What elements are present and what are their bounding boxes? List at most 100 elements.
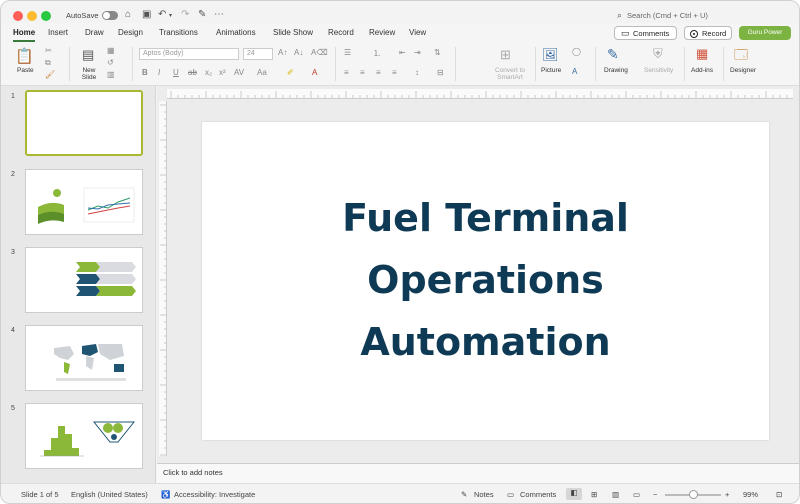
zoom-slider-handle[interactable] [689,490,698,499]
guru-power-button[interactable]: Guru Power [739,26,791,40]
record-button[interactable]: Record [684,26,732,40]
tab-animations[interactable]: Animations [216,28,256,37]
cut-icon[interactable]: ✂ [45,46,52,55]
designer-icon[interactable]: 🗔 [734,46,748,68]
zoom-level[interactable]: 99% [743,490,758,499]
comments-status-button[interactable]: Comments [520,490,556,499]
text-direction-icon[interactable]: ⇅ [434,48,441,57]
picture-label[interactable]: Picture [541,67,561,74]
accessibility-status[interactable]: Accessibility: Investigate [174,490,255,499]
tab-review[interactable]: Review [369,28,395,37]
tab-home[interactable]: Home [13,28,35,37]
tab-design[interactable]: Design [118,28,143,37]
reset-icon[interactable]: ↺ [107,58,114,67]
align-right-icon[interactable]: ≡ [376,68,381,77]
comments-status-icon[interactable]: ▭ [507,490,514,499]
slide-thumbnail[interactable] [25,247,143,313]
tab-slide-show[interactable]: Slide Show [273,28,313,37]
bold-icon[interactable]: B [142,68,148,77]
clear-format-icon[interactable]: A⌫ [311,48,328,57]
undo-dropdown-icon[interactable]: ▾ [169,12,172,19]
copy-icon[interactable]: ⧉ [45,58,51,68]
sensitivity-icon[interactable]: ⛨ [653,46,663,62]
normal-view-icon[interactable]: ◧ [566,488,582,500]
close-window-button[interactable] [13,11,23,21]
slide-thumbnail[interactable] [25,403,143,469]
slide-sorter-icon[interactable]: ⊞ [591,490,597,499]
tab-record[interactable]: Record [328,28,354,37]
underline-icon[interactable]: U [173,68,179,77]
decrease-font-icon[interactable]: A↓ [294,48,303,57]
zoom-out-icon[interactable]: − [653,490,657,499]
subscript-icon[interactable]: x₂ [205,68,212,77]
highlight-icon[interactable]: ✐ [287,68,294,77]
format-painter-icon[interactable]: ✎ [198,9,206,20]
fit-slide-icon[interactable]: ⊡ [776,490,782,499]
comments-button[interactable]: ▭ Comments [614,26,677,40]
layout-icon[interactable]: ▦ [107,46,115,55]
home-icon[interactable]: ⌂ [125,9,131,20]
drawing-label[interactable]: Drawing [604,67,628,74]
new-slide-icon[interactable]: ▤ [82,47,94,63]
paste-label[interactable]: Paste [17,67,34,74]
align-text-icon[interactable]: ⊟ [437,68,444,77]
language-status[interactable]: English (United States) [71,490,148,499]
drawing-icon[interactable]: ✎ [607,46,619,63]
horizontal-ruler[interactable] [167,89,793,99]
new-slide-label[interactable]: New Slide [78,67,100,81]
zoom-window-button[interactable] [41,11,51,21]
undo-icon[interactable]: ↶ [158,9,166,20]
tab-insert[interactable]: Insert [48,28,68,37]
slide-thumbnail[interactable] [25,169,143,235]
smartart-icon[interactable]: ⊞ [500,47,511,63]
add-ins-icon[interactable]: ▦ [696,46,708,62]
font-size-select[interactable]: 24 [243,48,273,60]
notes-button[interactable]: Notes [474,490,494,499]
redo-icon[interactable]: ↷ [181,9,189,20]
slide-canvas[interactable]: Fuel Terminal Operations Automation [202,122,769,440]
text-box-icon[interactable]: A [572,67,577,76]
minimize-window-button[interactable] [27,11,37,21]
add-ins-label[interactable]: Add-ins [691,67,713,74]
font-color-icon[interactable]: A [312,68,317,77]
increase-font-icon[interactable]: A↑ [278,48,287,57]
reading-view-icon[interactable]: ▥ [612,490,619,499]
sensitivity-label[interactable]: Sensitivity [644,67,673,74]
justify-icon[interactable]: ≡ [392,68,397,77]
format-painter-ribbon-icon[interactable]: 🖌 [45,70,55,79]
decrease-indent-icon[interactable]: ⇤ [399,48,406,57]
slideshow-icon[interactable]: ▭ [633,490,640,499]
paste-icon[interactable]: 📋 [15,47,34,65]
autosave-toggle[interactable] [102,11,118,20]
slide-thumbnail[interactable] [25,325,143,391]
section-icon[interactable]: ▥ [107,70,115,79]
tab-transitions[interactable]: Transitions [159,28,198,37]
increase-indent-icon[interactable]: ⇥ [414,48,421,57]
bullets-icon[interactable]: ☰ [344,48,351,57]
tab-draw[interactable]: Draw [85,28,104,37]
designer-label[interactable]: Designer [730,67,756,74]
save-icon[interactable]: ▣ [142,9,151,20]
zoom-in-icon[interactable]: + [725,490,729,499]
tab-view[interactable]: View [409,28,426,37]
font-name-select[interactable]: Aptos (Body) [139,48,239,60]
search-box[interactable]: Search (Cmd + Ctrl + U) [627,11,708,20]
accessibility-icon[interactable]: ♿ [161,490,170,499]
shapes-icon[interactable]: ◯ [572,47,581,56]
notes-icon[interactable]: ✎ [461,490,467,499]
align-left-icon[interactable]: ≡ [344,68,349,77]
picture-icon[interactable]: 🖼 [542,47,559,63]
change-case-icon[interactable]: Aa [257,68,267,77]
convert-smartart-label[interactable]: Convert to SmartArt [485,67,535,81]
more-icon[interactable]: ⋯ [214,9,224,20]
notes-pane[interactable]: Click to add notes [157,463,799,483]
strikethrough-icon[interactable]: ab [188,68,197,77]
character-spacing-icon[interactable]: AV [234,68,244,77]
numbering-icon[interactable]: ⒈ [373,48,381,59]
slide-thumbnail[interactable] [25,90,143,156]
align-center-icon[interactable]: ≡ [360,68,365,77]
slide-title[interactable]: Fuel Terminal Operations Automation [202,187,769,373]
vertical-ruler[interactable] [159,101,167,456]
italic-icon[interactable]: I [158,68,160,77]
superscript-icon[interactable]: x² [219,68,226,77]
